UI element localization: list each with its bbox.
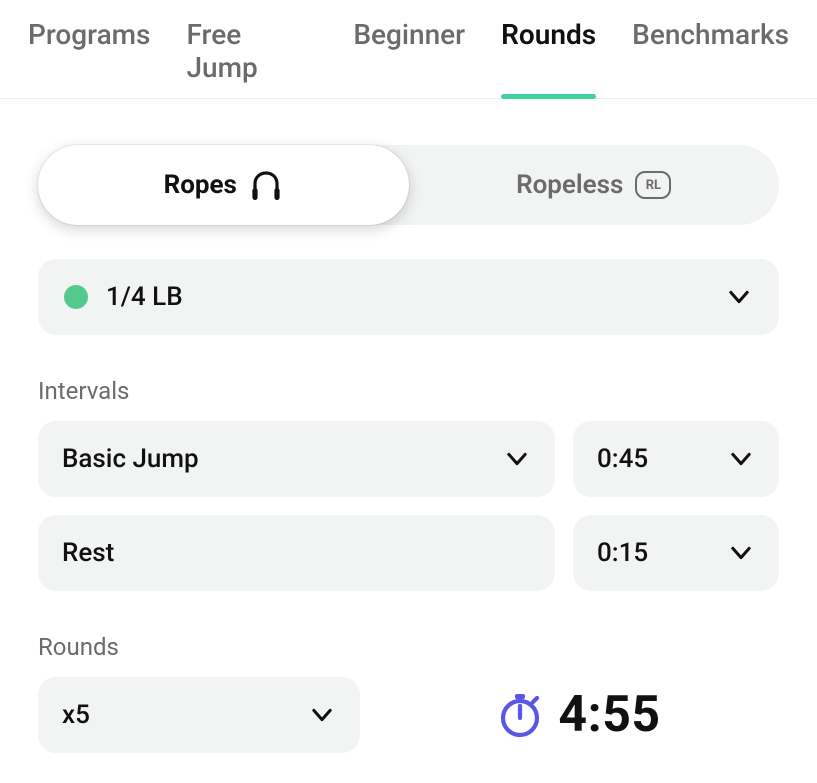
tab-rounds[interactable]: Rounds — [501, 18, 596, 98]
weight-select[interactable]: 1/4 LB — [38, 259, 779, 335]
total-time: 4:55 — [378, 686, 779, 744]
rest-time-label: 0:15 — [597, 538, 727, 568]
interval-row: Basic Jump 0:45 — [38, 421, 779, 497]
rest-select[interactable]: Rest — [38, 515, 555, 591]
rounds-select[interactable]: x5 — [38, 677, 360, 753]
stopwatch-icon — [496, 691, 544, 739]
tab-programs[interactable]: Programs — [28, 18, 150, 98]
chevron-down-icon — [503, 445, 531, 473]
segment-ropeless-label: Ropeless — [516, 170, 623, 200]
rest-label: Rest — [62, 538, 531, 568]
interval-row: Rest 0:15 — [38, 515, 779, 591]
weight-color-dot — [64, 285, 88, 309]
tab-benchmarks[interactable]: Benchmarks — [632, 18, 789, 98]
exercise-select[interactable]: Basic Jump — [38, 421, 555, 497]
tab-free-jump[interactable]: Free Jump — [186, 18, 317, 98]
top-tabs: Programs Free Jump Beginner Rounds Bench… — [0, 0, 817, 99]
ropeless-icon: RL — [635, 171, 671, 199]
content-area: Ropes Ropeless RL 1/4 LB Intervals Basic… — [0, 99, 817, 783]
chevron-down-icon — [725, 283, 753, 311]
rope-icon — [249, 170, 283, 200]
rounds-value: x5 — [62, 700, 308, 730]
exercise-time-select[interactable]: 0:45 — [573, 421, 779, 497]
segment-ropes[interactable]: Ropes — [38, 145, 409, 225]
exercise-label: Basic Jump — [62, 444, 503, 474]
exercise-time-label: 0:45 — [597, 444, 727, 474]
tab-beginner[interactable]: Beginner — [353, 18, 465, 98]
chevron-down-icon — [308, 701, 336, 729]
rope-mode-segmented: Ropes Ropeless RL — [38, 145, 779, 225]
segment-ropeless[interactable]: Ropeless RL — [409, 145, 780, 225]
rest-time-select[interactable]: 0:15 — [573, 515, 779, 591]
segment-ropes-label: Ropes — [164, 170, 237, 200]
rounds-row: x5 4:55 — [38, 677, 779, 753]
rounds-heading: Rounds — [38, 633, 779, 661]
total-time-value: 4:55 — [558, 686, 660, 744]
chevron-down-icon — [727, 445, 755, 473]
chevron-down-icon — [727, 539, 755, 567]
intervals-heading: Intervals — [38, 377, 779, 405]
weight-label: 1/4 LB — [106, 282, 725, 312]
